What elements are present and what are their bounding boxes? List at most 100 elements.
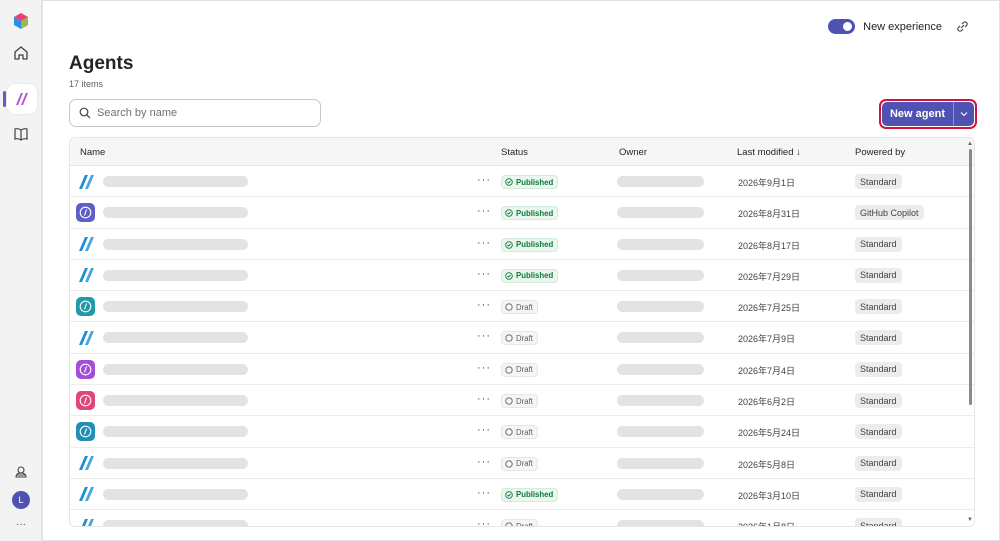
agent-name-placeholder[interactable] <box>103 176 248 187</box>
table-row[interactable]: ··· Published 2026年9月1日 Standard <box>70 166 974 198</box>
status-label: Draft <box>516 427 533 437</box>
column-last-modified[interactable]: Last modified ↓ <box>737 147 801 158</box>
new-agent-button[interactable]: New agent <box>882 102 954 126</box>
last-modified-cell: 2026年1月8日 <box>738 520 795 526</box>
new-experience-toggle[interactable] <box>828 19 856 34</box>
cube-logo-icon <box>14 13 28 29</box>
agent-icon <box>76 172 95 191</box>
nav-library[interactable] <box>0 123 42 145</box>
circle-icon <box>505 428 513 437</box>
agent-icon <box>76 359 95 379</box>
copilot-logo[interactable] <box>0 10 42 32</box>
table-row[interactable]: ··· Draft 2026年7月25日 Standard <box>70 291 974 323</box>
table-row[interactable]: ··· Draft 2026年7月9日 Standard <box>70 322 974 354</box>
agent-name-placeholder[interactable] <box>103 426 248 438</box>
row-more-button[interactable]: ··· <box>477 237 491 249</box>
owner-placeholder <box>617 363 704 375</box>
table-row[interactable]: ··· Published 2026年8月31日 GitHub Copilot <box>70 197 974 229</box>
circle-icon <box>505 334 513 343</box>
scroll-down-arrow-icon[interactable]: ▼ <box>967 517 973 523</box>
row-more-button[interactable]: ··· <box>477 268 491 280</box>
table-row[interactable]: ··· Published 2026年8月17日 Standard <box>70 228 974 260</box>
page-title: Agents <box>69 53 134 74</box>
owner-placeholder <box>617 207 704 219</box>
agent-name-placeholder[interactable] <box>103 395 248 407</box>
new-agent-dropdown[interactable] <box>954 102 974 126</box>
table-row[interactable]: ··· Draft 2026年6月2日 Standard <box>70 385 974 417</box>
powered-by-badge: Standard <box>855 393 902 409</box>
row-more-button[interactable]: ··· <box>477 330 491 342</box>
row-more-button[interactable]: ··· <box>477 174 491 186</box>
check-circle-icon <box>505 240 513 249</box>
last-modified-cell: 2026年6月2日 <box>738 397 796 408</box>
search-box[interactable] <box>69 99 321 127</box>
status-badge: Draft <box>501 519 538 526</box>
more-options-button[interactable]: ··· <box>0 516 42 532</box>
agent-icon <box>76 328 95 347</box>
agent-name-placeholder[interactable] <box>103 207 248 219</box>
link-icon[interactable] <box>956 20 969 33</box>
main-panel: New experience Agents 17 items New agent… <box>42 0 1000 541</box>
scroll-up-arrow-icon[interactable]: ▲ <box>967 141 973 147</box>
owner-placeholder <box>617 395 704 407</box>
status-badge: Draft <box>501 331 538 346</box>
row-more-button[interactable]: ··· <box>477 362 491 374</box>
circle-icon <box>505 522 513 526</box>
powered-by-badge: Standard <box>855 518 902 526</box>
table-row[interactable]: ··· Published 2026年3月10日 Standard <box>70 478 974 511</box>
column-owner[interactable]: Owner <box>619 147 647 158</box>
table-row[interactable]: ··· Draft 2026年1月8日 Standard <box>70 510 974 526</box>
agent-name-placeholder[interactable] <box>103 520 248 526</box>
powered-by-badge: Standard <box>855 486 902 502</box>
agent-name-placeholder[interactable] <box>103 457 248 469</box>
owner-placeholder <box>617 457 704 469</box>
table-row[interactable]: ··· Draft 2026年5月24日 Standard <box>70 416 974 448</box>
left-rail: L ··· <box>0 0 42 541</box>
avatar: L <box>12 491 30 509</box>
powered-by-badge: GitHub Copilot <box>855 205 924 221</box>
check-circle-icon <box>505 209 513 218</box>
status-label: Published <box>516 240 554 250</box>
agent-name-placeholder[interactable] <box>103 238 248 250</box>
row-more-button[interactable]: ··· <box>477 424 491 436</box>
row-more-button[interactable]: ··· <box>477 456 491 468</box>
scrollbar-thumb[interactable] <box>969 149 972 405</box>
last-modified-cell: 2026年7月4日 <box>738 365 796 376</box>
status-badge: Published <box>501 175 559 189</box>
agent-icon <box>76 266 95 285</box>
table-row[interactable]: ··· Draft 2026年7月4日 Standard <box>70 353 974 386</box>
table-row[interactable]: ··· Published 2026年7月29日 Standard <box>70 259 974 292</box>
status-label: Draft <box>516 459 533 469</box>
row-more-button[interactable]: ··· <box>477 299 491 311</box>
circle-icon <box>505 460 513 468</box>
agent-name-placeholder[interactable] <box>103 332 248 344</box>
status-label: Draft <box>516 333 533 343</box>
row-more-button[interactable]: ··· <box>477 518 491 526</box>
table-row[interactable]: ··· Draft 2026年5月8日 Standard <box>70 447 974 479</box>
agent-icon <box>76 203 95 223</box>
column-status[interactable]: Status <box>501 147 528 158</box>
nav-agents[interactable] <box>0 88 42 110</box>
table-body: ··· Published 2026年9月1日 Standard ··· Publishe… <box>70 166 974 526</box>
search-input[interactable] <box>97 107 297 119</box>
last-modified-cell: 2026年5月8日 <box>738 459 796 470</box>
column-name[interactable]: Name <box>80 147 105 158</box>
column-powered-by[interactable]: Powered by <box>855 147 905 158</box>
powered-by-badge: Standard <box>855 299 902 315</box>
last-modified-cell: 2026年7月9日 <box>738 334 796 345</box>
agent-name-placeholder[interactable] <box>103 269 248 281</box>
agent-name-placeholder[interactable] <box>103 301 248 313</box>
agent-name-placeholder[interactable] <box>103 363 248 375</box>
row-more-button[interactable]: ··· <box>477 205 491 217</box>
new-agent-split-button[interactable]: New agent <box>882 102 974 126</box>
owner-placeholder <box>617 520 704 526</box>
nav-store[interactable] <box>0 462 42 482</box>
toggle-label: New experience <box>863 20 942 33</box>
row-more-button[interactable]: ··· <box>477 393 491 405</box>
nav-home[interactable] <box>0 42 42 64</box>
circle-icon <box>505 303 513 311</box>
user-avatar[interactable]: L <box>0 490 42 510</box>
status-badge: Published <box>501 206 559 221</box>
agent-name-placeholder[interactable] <box>103 488 248 500</box>
row-more-button[interactable]: ··· <box>477 487 491 499</box>
